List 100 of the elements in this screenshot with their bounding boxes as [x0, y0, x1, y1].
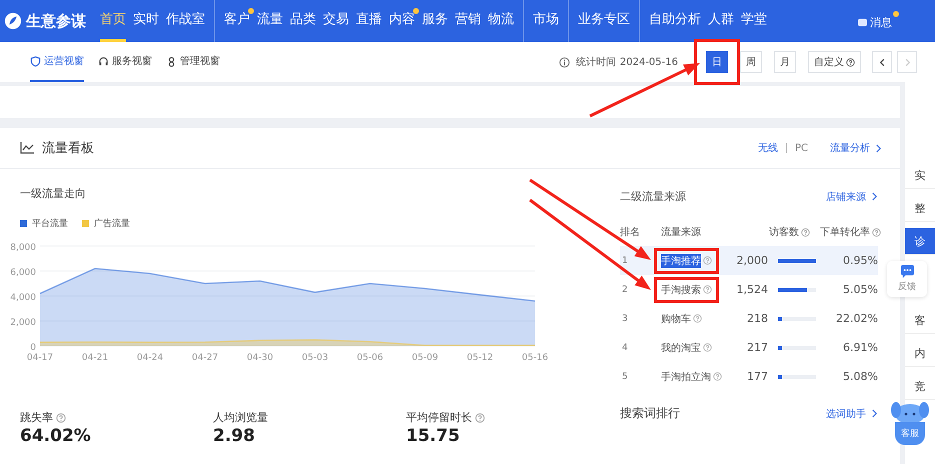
view-tab[interactable]: 运营视窗 [30, 42, 84, 82]
chat-bubble-icon [900, 265, 914, 278]
chevron-right-icon [902, 58, 912, 66]
mascot-icon [890, 400, 930, 424]
terminal-toggle[interactable]: 无线 [758, 141, 778, 155]
keyword-helper-link[interactable]: 选词助手 [826, 406, 878, 420]
y-tick-label: 8,000 [10, 243, 36, 253]
side-tab[interactable]: 竞 [905, 373, 935, 400]
side-tab[interactable]: 客 [905, 307, 935, 334]
terminal-toggle[interactable]: PC [794, 142, 808, 154]
x-tick-label: 05-16 [522, 353, 548, 363]
table-row[interactable]: 2 手淘搜索 1,524 5.05% [620, 275, 878, 304]
nav-item[interactable]: 直播 [356, 0, 382, 42]
nav-item[interactable]: 人群 [708, 0, 734, 42]
column-header: 下单转化率 [820, 225, 881, 239]
side-tab[interactable]: 整 [905, 195, 935, 222]
visitor-bar [778, 258, 816, 262]
help-icon [703, 256, 712, 265]
chevron-right-icon [871, 192, 878, 201]
nav-item[interactable]: 流量 [257, 0, 283, 42]
nav-item[interactable]: 作战室 [166, 0, 205, 42]
legend-item[interactable]: 平台流量 [20, 217, 68, 230]
period-button[interactable]: 周 [740, 51, 762, 73]
info-icon [558, 56, 570, 68]
x-tick-label: 05-03 [302, 353, 328, 363]
help-icon [703, 343, 712, 352]
nav-item[interactable]: 实时 [133, 0, 159, 42]
visitor-count: 2,000 [736, 254, 768, 267]
table-row[interactable]: 3 购物车 218 22.02% [620, 304, 878, 333]
help-icon [693, 314, 702, 323]
x-tick-label: 04-24 [136, 353, 164, 363]
y-tick-label: 2,000 [10, 318, 36, 328]
source-name: 手淘拍立淘 [661, 370, 711, 384]
card-title: 流量看板 [42, 140, 94, 157]
help-icon [56, 412, 66, 422]
view-tab[interactable]: 管理视窗 [166, 42, 220, 82]
visitor-count: 177 [746, 370, 768, 383]
messages-link[interactable]: 消息 [858, 10, 899, 32]
view-tab[interactable]: 服务视窗 [98, 42, 152, 82]
stat-value: 64.02% [20, 426, 92, 446]
stat-value: 15.75 [406, 426, 461, 446]
rank-cell-text: 3 [621, 314, 629, 324]
source-name: 购物车 [661, 312, 691, 326]
stat-label: 人均浏览量 [213, 410, 268, 425]
nav-item[interactable]: 业务专区 [578, 0, 630, 42]
nav-item[interactable]: 品类 [290, 0, 316, 42]
source-name: 我的淘宝 [661, 342, 701, 354]
nav-item[interactable]: 市场 [533, 0, 559, 42]
table-row[interactable]: 5 手淘拍立淘 177 5.08% [620, 362, 878, 391]
y-tick-label: 6,000 [10, 268, 36, 278]
x-tick-label: 05-09 [412, 353, 438, 363]
period-button[interactable]: 月 [774, 51, 796, 73]
stat-value: 2.98 [213, 426, 256, 446]
chevron-right-icon [871, 409, 878, 418]
visitor-count: 217 [746, 341, 768, 354]
nav-item[interactable]: 学堂 [741, 0, 767, 42]
x-tick-label: 04-17 [26, 353, 54, 363]
date-value: 2024-05-16 [620, 56, 678, 68]
side-tab[interactable]: 实 [905, 162, 935, 189]
customer-service-button[interactable]: 客服 [887, 400, 933, 448]
nav-item[interactable]: 服务 [422, 0, 448, 42]
x-tick-label: 05-06 [356, 353, 384, 363]
side-tab[interactable]: 诊 [905, 228, 935, 255]
column-header: 流量来源 [660, 226, 702, 239]
y-tick-label: 0 [30, 343, 36, 353]
shop-source-link[interactable]: 店铺来源 [826, 190, 878, 204]
traffic-analysis-link[interactable]: 流量分析 [830, 141, 882, 155]
stat-label: 跳失率 [20, 410, 53, 425]
y-tick-label: 4,000 [10, 293, 36, 303]
nav-item[interactable]: 物流 [488, 0, 514, 42]
visitor-count: 1,524 [736, 283, 768, 296]
nav-item[interactable]: 营销 [455, 0, 481, 42]
nav-item[interactable]: 交易 [323, 0, 349, 42]
help-icon [475, 412, 485, 422]
side-tab[interactable]: 内 [905, 340, 935, 367]
x-tick-label: 04-21 [82, 353, 108, 363]
feedback-button[interactable]: 反馈 [887, 261, 927, 297]
conversion-rate: 5.08% [842, 370, 878, 383]
visitor-count: 218 [746, 312, 768, 325]
conversion-rate: 22.02% [835, 312, 878, 325]
line-chart-icon [20, 142, 34, 154]
nav-item[interactable]: 自助分析 [649, 0, 701, 42]
rank-cell-text: 4 [621, 342, 629, 352]
previous-button[interactable] [872, 51, 892, 73]
period-button[interactable]: 日 [706, 51, 728, 73]
logo-icon [4, 12, 22, 30]
legend-item[interactable]: 广告流量 [82, 217, 130, 230]
shield-icon [30, 56, 41, 66]
period-button[interactable]: 自定义 [808, 51, 861, 73]
rank-cell-text: 2 [621, 284, 629, 294]
date-label: 统计时间 [576, 56, 616, 69]
column-header: 排名 [620, 226, 641, 239]
rank-cell-text: 5 [621, 372, 629, 382]
x-tick-label: 04-30 [246, 353, 274, 363]
table-row[interactable]: 1 手淘推荐 2,000 0.95% [620, 246, 878, 275]
source-name: 手淘推荐 [661, 254, 701, 268]
visitor-bar [778, 288, 816, 292]
help-icon [801, 228, 810, 236]
conversion-rate: 6.91% [842, 341, 878, 354]
table-row[interactable]: 4 我的淘宝 217 6.91% [620, 333, 878, 362]
